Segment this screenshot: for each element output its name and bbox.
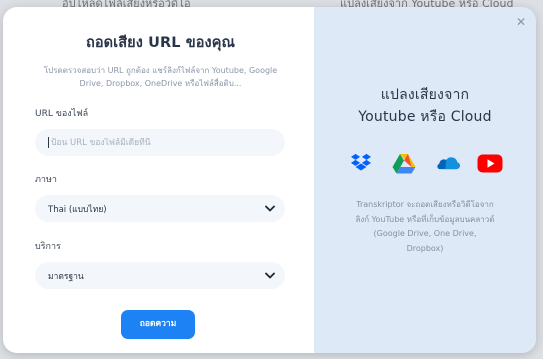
promo-title-line1: แปลงเสียงจาก — [380, 87, 470, 103]
url-field-label: URL ของไฟล์ — [35, 109, 89, 119]
url-input-wrapper[interactable] — [35, 129, 285, 156]
dropbox-icon — [348, 152, 374, 174]
transcribe-url-modal: ถอดเสียง URL ของคุณ โปรดตรวจสอบว่า URL ถ… — [3, 7, 536, 353]
chevron-down-icon — [264, 203, 275, 214]
url-input[interactable] — [50, 137, 285, 148]
service-select-value: มาตรฐาน — [48, 271, 84, 282]
promo-description: Transkriptor จะถอดเสียงหรือวิดีโอจากลิงก… — [355, 200, 495, 253]
language-field-label: ภาษา — [35, 175, 57, 185]
service-field-label: บริการ — [35, 242, 61, 252]
onedrive-icon — [434, 152, 460, 174]
youtube-icon — [477, 152, 503, 174]
modal-title: ถอดเสียง URL ของคุณ — [85, 35, 236, 51]
google-drive-icon — [391, 152, 417, 174]
promo-panel: ✕ แปลงเสียงจาก Youtube หรือ Cloud Transk… — [314, 7, 536, 353]
text-cursor — [48, 137, 49, 148]
service-select[interactable]: มาตรฐาน — [35, 262, 285, 289]
modal-subtitle: โปรดตรวจสอบว่า URL ถูกต้อง แชร์ลิงก์ไฟล์… — [43, 66, 278, 88]
language-select-value: Thai (แบบไทย) — [48, 204, 107, 215]
url-form-panel: ถอดเสียง URL ของคุณ โปรดตรวจสอบว่า URL ถ… — [3, 7, 314, 353]
language-select[interactable]: Thai (แบบไทย) — [35, 195, 285, 222]
close-icon[interactable]: ✕ — [512, 13, 530, 31]
transcribe-button[interactable]: ถอดความ — [121, 310, 195, 339]
service-icons-row — [314, 152, 536, 174]
chevron-down-icon — [264, 270, 275, 281]
promo-title-line2: Youtube หรือ Cloud — [358, 109, 492, 125]
